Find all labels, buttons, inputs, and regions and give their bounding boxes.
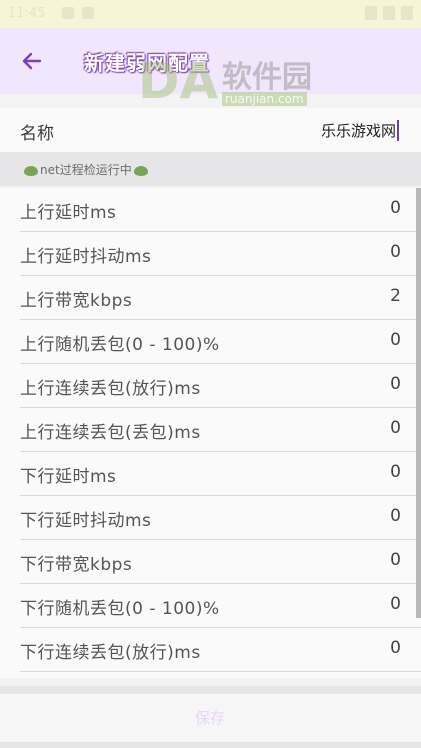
list-item-value[interactable]: 0	[390, 330, 401, 350]
section-header-text: net过程检运行中	[22, 161, 150, 178]
notification-icon	[62, 7, 74, 19]
list-item-label: 上行连续丢包(放行)ms	[20, 379, 201, 399]
list-item[interactable]: 上行延时抖动ms 0	[0, 232, 421, 276]
list-item-value[interactable]: 0	[390, 462, 401, 482]
list-item[interactable]: 上行随机丢包(0 - 100)% 0	[0, 320, 421, 364]
list-item[interactable]: 下行随机丢包(0 - 100)% 0	[0, 584, 421, 628]
wifi-icon	[365, 6, 377, 20]
section-title: net过程检运行中	[40, 163, 132, 177]
name-field-row[interactable]: 名称 乐乐游戏网	[0, 108, 421, 152]
watermark-url: ruanjian.com	[222, 92, 307, 106]
section-header: net过程检运行中	[0, 152, 421, 186]
list-item-value[interactable]: 0	[390, 198, 401, 218]
divider	[20, 671, 421, 672]
app-bar: 新建弱网配置	[0, 28, 421, 94]
list-item-value[interactable]: 0	[390, 418, 401, 438]
leaf-icon	[133, 165, 148, 176]
save-bar: 保存	[0, 694, 421, 742]
list-item-label: 下行延时ms	[20, 467, 117, 487]
list-item[interactable]: 上行带宽kbps 2	[0, 276, 421, 320]
list-item-label: 下行连续丢包(放行)ms	[20, 643, 201, 663]
back-arrow-icon[interactable]	[20, 49, 44, 73]
list-item[interactable]: 下行连续丢包(放行)ms 0	[0, 628, 421, 672]
list-item-value[interactable]: 0	[390, 638, 401, 658]
settings-list[interactable]: 上行延时ms 0 上行延时抖动ms 0 上行带宽kbps 2 上行随机丢包(0 …	[0, 188, 421, 678]
list-item-label: 上行随机丢包(0 - 100)%	[20, 335, 220, 355]
notification-icon-2	[82, 7, 94, 19]
list-item-value[interactable]: 0	[390, 550, 401, 570]
list-item-value[interactable]: 0	[390, 594, 401, 614]
leaf-icon	[24, 165, 38, 176]
battery-icon	[401, 6, 413, 20]
list-item-label: 上行延时抖动ms	[20, 247, 152, 267]
list-item-value[interactable]: 0	[390, 506, 401, 526]
list-item[interactable]: 上行连续丢包(丢包)ms 0	[0, 408, 421, 452]
status-bar: 11:45	[0, 0, 421, 28]
scrollbar[interactable]	[416, 188, 421, 618]
list-item-label: 上行延时ms	[20, 203, 117, 223]
status-time: 11:45	[8, 6, 46, 21]
list-item-label: 下行延时抖动ms	[20, 511, 152, 531]
list-item-label: 下行随机丢包(0 - 100)%	[20, 599, 220, 619]
bottom-divider	[0, 686, 421, 694]
list-item[interactable]: 下行带宽kbps 0	[0, 540, 421, 584]
signal-icon	[383, 6, 395, 20]
list-item[interactable]: 上行延时ms 0	[0, 188, 421, 232]
list-item-value[interactable]: 2	[390, 286, 401, 306]
name-field-label: 名称	[20, 124, 54, 144]
page-title: 新建弱网配置	[84, 51, 210, 75]
navigation-bar	[0, 742, 421, 748]
list-item-label: 上行连续丢包(丢包)ms	[20, 423, 201, 443]
list-item-value[interactable]: 0	[390, 374, 401, 394]
name-input[interactable]: 乐乐游戏网	[321, 120, 399, 141]
save-button[interactable]: 保存	[160, 704, 260, 732]
list-item-value[interactable]: 0	[390, 242, 401, 262]
list-item[interactable]: 上行连续丢包(放行)ms 0	[0, 364, 421, 408]
list-item[interactable]: 下行延时抖动ms 0	[0, 496, 421, 540]
list-item-label: 上行带宽kbps	[20, 291, 133, 311]
list-item-label: 下行带宽kbps	[20, 555, 133, 575]
list-item[interactable]: 下行延时ms 0	[0, 452, 421, 496]
